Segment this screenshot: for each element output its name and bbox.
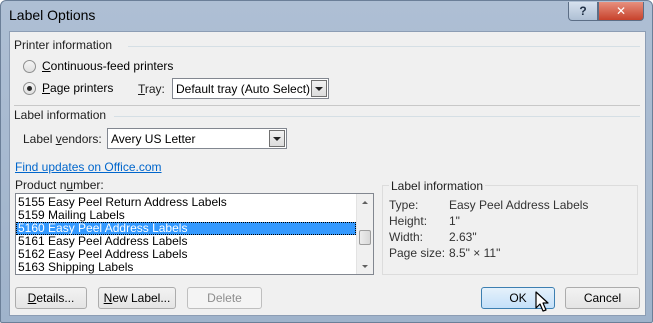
cancel-button[interactable]: Cancel bbox=[565, 287, 640, 309]
dialog-window: Label Options ? ✕ Printer information Co… bbox=[0, 0, 653, 323]
section-divider bbox=[14, 105, 640, 106]
label-detail-key: Page size: bbox=[389, 246, 446, 260]
dialog-body: Printer information Continuous-feed prin… bbox=[9, 31, 646, 316]
tray-value: Default tray (Auto Select) bbox=[176, 81, 311, 96]
label-vendors-value: Avery US Letter bbox=[111, 131, 196, 146]
label-detail-value: 8.5" × 11" bbox=[449, 246, 501, 260]
new-label-button-label: New Label... bbox=[103, 291, 171, 305]
list-item[interactable]: 5163 Shipping Labels bbox=[16, 261, 356, 274]
section-divider bbox=[114, 116, 640, 117]
scroll-up-icon[interactable] bbox=[357, 194, 373, 210]
tray-label: Tray: bbox=[138, 82, 165, 96]
scroll-thumb[interactable] bbox=[359, 230, 371, 245]
label-detail-row: Height: 1" bbox=[389, 214, 460, 228]
page-printers-radio[interactable]: Page printers bbox=[23, 81, 113, 95]
mouse-pointer-icon bbox=[535, 291, 549, 312]
radio-circle[interactable] bbox=[23, 59, 36, 73]
continuous-feed-label: Continuous-feed printers bbox=[42, 59, 174, 73]
details-button-label: Details... bbox=[27, 291, 75, 305]
details-button[interactable]: Details... bbox=[15, 287, 87, 309]
label-detail-key: Type: bbox=[389, 198, 419, 212]
chevron-down-icon[interactable] bbox=[269, 130, 285, 147]
label-detail-row: Page size: 8.5" × 11" bbox=[389, 246, 500, 260]
section-divider bbox=[128, 46, 640, 47]
new-label-button[interactable]: New Label... bbox=[98, 287, 176, 309]
label-detail-row: Type: Easy Peel Address Labels bbox=[389, 198, 588, 212]
label-detail-value: 2.63" bbox=[449, 230, 477, 244]
product-number-label: Product number: bbox=[15, 178, 104, 192]
label-info-heading: Label information bbox=[14, 108, 107, 122]
close-icon: ✕ bbox=[615, 4, 627, 18]
delete-button[interactable]: Delete bbox=[187, 287, 262, 309]
product-number-list[interactable]: 5155 Easy Peel Return Address Labels 5159… bbox=[15, 193, 374, 275]
label-vendors-select[interactable]: Avery US Letter bbox=[107, 128, 287, 149]
vertical-scrollbar[interactable] bbox=[356, 194, 373, 274]
find-updates-link[interactable]: Find updates on Office.com bbox=[15, 160, 162, 174]
label-details-panel: Label information Type: Easy Peel Address… bbox=[382, 179, 638, 275]
close-button[interactable]: ✕ bbox=[598, 2, 644, 21]
scroll-down-icon[interactable] bbox=[357, 258, 373, 274]
label-vendors-label: Label vendors: bbox=[23, 132, 102, 146]
help-button[interactable]: ? bbox=[568, 2, 598, 21]
label-detail-value: Easy Peel Address Labels bbox=[449, 198, 589, 212]
label-detail-key: Height: bbox=[389, 214, 428, 228]
label-detail-value: 1" bbox=[449, 214, 460, 228]
label-detail-key: Width: bbox=[389, 230, 424, 244]
page-printers-label: Page printers bbox=[42, 81, 114, 95]
title-bar[interactable]: Label Options ? ✕ bbox=[1, 1, 652, 31]
tray-select[interactable]: Default tray (Auto Select) bbox=[172, 78, 329, 99]
label-details-heading: Label information bbox=[389, 179, 486, 193]
help-icon: ? bbox=[579, 4, 587, 18]
ok-button-label: OK bbox=[509, 291, 527, 305]
continuous-feed-radio[interactable]: Continuous-feed printers bbox=[23, 59, 173, 73]
delete-button-label: Delete bbox=[207, 291, 242, 305]
printer-info-heading: Printer information bbox=[14, 38, 113, 52]
window-title: Label Options bbox=[9, 7, 96, 23]
chevron-down-icon[interactable] bbox=[311, 80, 327, 97]
label-detail-row: Width: 2.63" bbox=[389, 230, 477, 244]
cancel-button-label: Cancel bbox=[583, 291, 622, 305]
radio-circle-selected[interactable] bbox=[23, 81, 36, 95]
